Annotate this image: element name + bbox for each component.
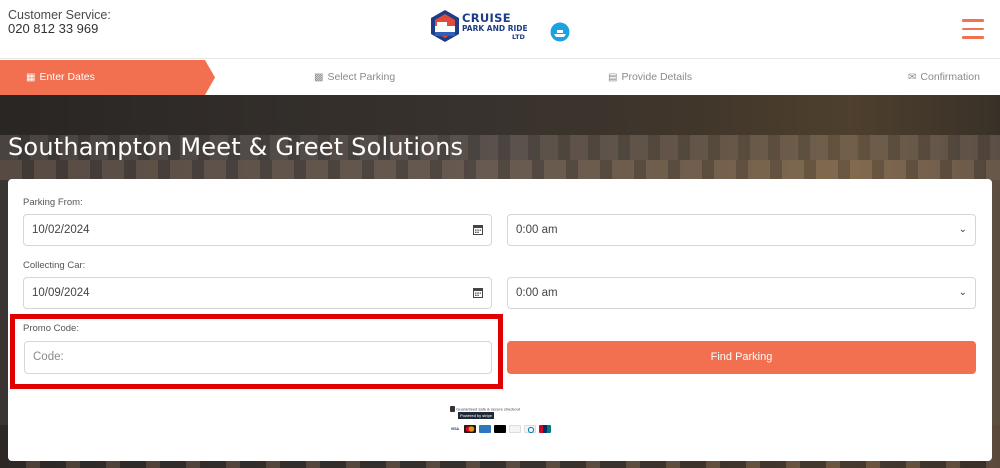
promo-code-highlight bbox=[10, 314, 503, 389]
chevron-down-icon: ⌄ bbox=[958, 287, 967, 298]
calendar-icon[interactable] bbox=[473, 287, 483, 298]
page-title: Southampton Meet & Greet Solutions bbox=[8, 133, 464, 161]
logo-line3: LTD bbox=[512, 33, 525, 41]
customer-service-label: Customer Service: bbox=[8, 8, 111, 22]
ship-badge-icon bbox=[550, 22, 570, 42]
secure-checkout-badge: Guaranteed safe & secure checkout Powere… bbox=[450, 406, 560, 419]
collecting-time-value: 0:00 am bbox=[516, 287, 558, 299]
step-confirmation[interactable]: ✉ Confirmation bbox=[908, 60, 980, 95]
step-label: Select Parking bbox=[327, 71, 396, 83]
step-select-parking[interactable]: ▩ Select Parking bbox=[314, 60, 395, 95]
chevron-down-icon: ⌄ bbox=[958, 224, 967, 235]
mastercard-icon bbox=[464, 425, 476, 433]
envelope-open-icon: ✉ bbox=[908, 72, 917, 83]
parking-from-date-input[interactable]: 10/02/2024 bbox=[23, 214, 492, 246]
parking-from-time-value: 0:00 am bbox=[516, 224, 558, 236]
id-card-icon: ▤ bbox=[608, 72, 618, 83]
customer-service-phone[interactable]: 020 812 33 969 bbox=[8, 22, 111, 36]
apple-pay-icon bbox=[494, 425, 506, 433]
step-enter-dates[interactable]: ▦ Enter Dates bbox=[0, 60, 215, 95]
menu-hamburger-icon[interactable] bbox=[962, 19, 984, 39]
parking-from-label: Parking From: bbox=[23, 197, 83, 208]
discover-icon bbox=[509, 425, 521, 433]
logo-line2: PARK AND RIDE bbox=[462, 24, 528, 33]
lock-icon bbox=[450, 406, 455, 412]
car-icon: ▩ bbox=[314, 72, 324, 83]
diners-icon bbox=[524, 425, 536, 434]
booking-steps: ▦ Enter Dates ▩ Select Parking ▤ Provide De… bbox=[0, 60, 1000, 95]
calendar-icon[interactable] bbox=[473, 224, 483, 235]
site-logo[interactable]: CRUISE PARK AND RIDE LTD bbox=[428, 9, 573, 45]
stripe-badge: Powered by stripe bbox=[458, 412, 495, 419]
step-label: Enter Dates bbox=[39, 71, 95, 83]
amex-icon bbox=[479, 425, 491, 433]
calendar-icon: ▦ bbox=[26, 72, 36, 83]
collecting-date-value: 10/09/2024 bbox=[32, 287, 90, 299]
collecting-date-input[interactable]: 10/09/2024 bbox=[23, 277, 492, 309]
find-parking-button[interactable]: Find Parking bbox=[507, 341, 976, 374]
collecting-car-label: Collecting Car: bbox=[23, 260, 86, 271]
step-provide-details[interactable]: ▤ Provide Details bbox=[608, 60, 692, 95]
step-label: Confirmation bbox=[920, 71, 980, 83]
logo-line1: CRUISE bbox=[462, 11, 511, 25]
secure-checkout-text: Guaranteed safe & secure checkout bbox=[456, 406, 520, 412]
parking-from-date-value: 10/02/2024 bbox=[32, 224, 90, 236]
site-header: Customer Service: 020 812 33 969 CRUISE … bbox=[0, 0, 1000, 59]
customer-service: Customer Service: 020 812 33 969 bbox=[8, 8, 111, 36]
visa-icon: VISA bbox=[449, 425, 461, 433]
step-label: Provide Details bbox=[621, 71, 693, 83]
parking-from-time-select[interactable]: 0:00 am ⌄ bbox=[507, 214, 976, 246]
unionpay-icon bbox=[539, 425, 551, 433]
collecting-time-select[interactable]: 0:00 am ⌄ bbox=[507, 277, 976, 309]
logo-emblem-icon bbox=[431, 10, 459, 42]
